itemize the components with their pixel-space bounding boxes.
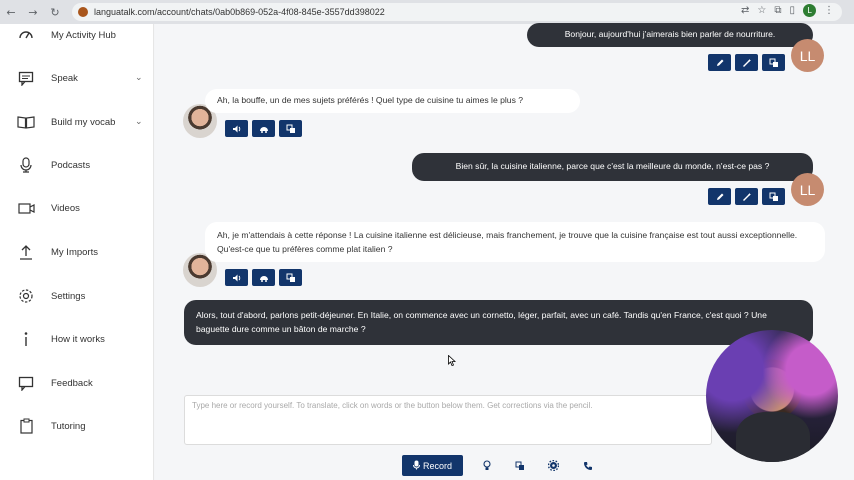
user-message: Bien sûr, la cuisine italienne, parce qu…	[412, 153, 813, 181]
bookmark-star-icon[interactable]: ☆	[757, 5, 766, 16]
chevron-down-icon[interactable]: ⌄	[135, 73, 143, 83]
user-message-actions	[708, 54, 785, 71]
sidebar-item-build-vocab[interactable]: Build my vocab ⌄	[0, 107, 154, 137]
chevron-down-icon[interactable]: ⌄	[135, 117, 143, 127]
user-avatar: LL	[791, 39, 824, 72]
microphone-icon	[412, 460, 420, 472]
gear-icon	[17, 287, 35, 305]
sidebar-item-label: My Imports	[51, 246, 98, 258]
record-button[interactable]: Record	[402, 455, 463, 476]
extensions-icon[interactable]: ⧉	[774, 5, 781, 16]
sidebar-item-label: Feedback	[51, 377, 93, 389]
sidebar: My Activity Hub Speak ⌄ Build my vocab ⌄…	[0, 24, 154, 480]
sidebar-item-label: Podcasts	[51, 159, 91, 171]
message-input-container	[184, 395, 712, 445]
sidepanel-icon[interactable]: ▯	[789, 5, 795, 16]
translate-icon[interactable]	[279, 120, 302, 137]
profile-avatar[interactable]: L	[803, 4, 816, 17]
upload-icon	[17, 243, 35, 261]
sidebar-item-tutoring[interactable]: Tutoring	[0, 411, 154, 441]
phone-icon[interactable]	[578, 457, 598, 474]
tutor-message: Ah, la bouffe, un de mes sujets préférés…	[205, 89, 580, 113]
translate-icon[interactable]	[510, 457, 530, 474]
gear-icon[interactable]	[543, 457, 563, 474]
message-input[interactable]	[185, 396, 711, 444]
sidebar-item-podcasts[interactable]: Podcasts	[0, 150, 154, 180]
feedback-icon	[17, 374, 35, 392]
sidebar-item-label: Build my vocab	[51, 116, 116, 128]
translate-icon[interactable]	[762, 54, 785, 71]
address-bar[interactable]: languatalk.com/account/chats/0ab0b869-05…	[72, 3, 842, 21]
lightbulb-icon[interactable]	[477, 457, 497, 474]
tutor-message-actions	[225, 269, 302, 286]
tutor-message: Ah, je m'attendais à cette réponse ! La …	[205, 222, 825, 262]
sidebar-item-imports[interactable]: My Imports	[0, 237, 154, 267]
user-avatar: LL	[791, 173, 824, 206]
sidebar-item-label: Settings	[51, 290, 86, 302]
sidebar-item-activity-hub[interactable]: My Activity Hub	[0, 20, 154, 50]
user-message-actions	[708, 188, 785, 205]
video-icon	[17, 199, 35, 217]
pencil-icon[interactable]	[708, 54, 731, 71]
mouse-cursor-icon	[448, 355, 456, 366]
magic-wand-icon[interactable]	[735, 54, 758, 71]
slow-audio-icon[interactable]	[252, 120, 275, 137]
chat-icon	[17, 69, 35, 87]
sidebar-item-label: Tutoring	[51, 420, 86, 432]
sidebar-item-videos[interactable]: Videos	[0, 193, 154, 223]
sidebar-item-feedback[interactable]: Feedback	[0, 368, 154, 398]
webcam-overlay	[706, 330, 838, 462]
sidebar-item-label: Speak	[51, 72, 78, 84]
sidebar-item-label: Videos	[51, 202, 80, 214]
microphone-icon	[17, 156, 35, 174]
menu-dots-icon[interactable]: ⋮	[824, 5, 834, 16]
activity-icon	[17, 26, 35, 44]
sidebar-item-how-it-works[interactable]: How it works	[0, 324, 154, 354]
url-text[interactable]: languatalk.com/account/chats/0ab0b869-05…	[94, 7, 385, 17]
site-info-icon[interactable]	[78, 7, 88, 17]
sidebar-item-speak[interactable]: Speak ⌄	[0, 63, 154, 93]
translate-icon[interactable]: ⇄	[741, 5, 749, 16]
sidebar-item-settings[interactable]: Settings	[0, 281, 154, 311]
sidebar-item-label: How it works	[51, 333, 105, 345]
speaker-icon[interactable]	[225, 269, 248, 286]
clipboard-icon	[17, 417, 35, 435]
info-icon	[17, 330, 35, 348]
book-icon	[17, 113, 35, 131]
slow-audio-icon[interactable]	[252, 269, 275, 286]
tutor-message-actions	[225, 120, 302, 137]
record-label: Record	[422, 460, 452, 471]
user-message: Alors, tout d'abord, parlons petit-déjeu…	[184, 300, 813, 345]
sidebar-item-label: My Activity Hub	[51, 29, 116, 41]
user-message: Bonjour, aujourd'hui j'aimerais bien par…	[527, 23, 813, 47]
translate-icon[interactable]	[279, 269, 302, 286]
magic-wand-icon[interactable]	[735, 188, 758, 205]
pencil-icon[interactable]	[708, 188, 731, 205]
speaker-icon[interactable]	[225, 120, 248, 137]
translate-icon[interactable]	[762, 188, 785, 205]
